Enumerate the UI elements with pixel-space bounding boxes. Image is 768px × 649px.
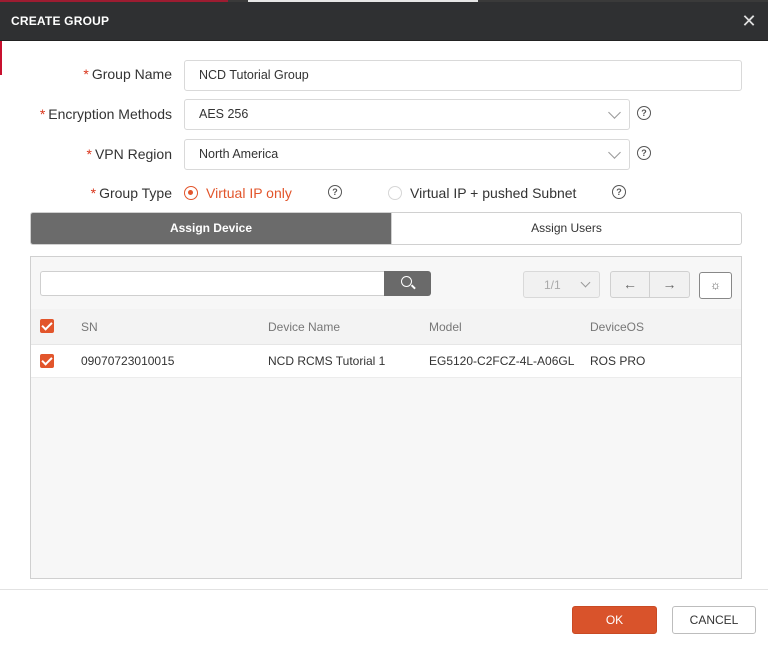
vpn-region-label-text: VPN Region xyxy=(94,146,172,162)
dialog-title: CREATE GROUP xyxy=(11,14,110,28)
radio-virtual-ip-subnet-label[interactable]: Virtual IP + pushed Subnet xyxy=(410,185,576,201)
close-icon[interactable]: ✕ xyxy=(736,8,762,34)
group-type-label-text: Group Type xyxy=(99,185,172,201)
required-mark: * xyxy=(39,106,46,122)
help-icon[interactable]: ? xyxy=(612,185,626,199)
required-mark: * xyxy=(86,146,92,162)
encryption-label: * Encryption Methods xyxy=(40,106,172,122)
prev-page-button[interactable]: ← xyxy=(610,271,650,298)
radio-virtual-ip-subnet[interactable] xyxy=(388,186,402,200)
cancel-button[interactable]: CANCEL xyxy=(672,606,756,634)
radio-virtual-ip-only-label[interactable]: Virtual IP only xyxy=(206,185,292,201)
next-page-button[interactable]: → xyxy=(650,271,690,298)
column-header-device-os: DeviceOS xyxy=(590,320,645,334)
settings-button[interactable]: ☼ xyxy=(699,272,732,299)
column-header-device-name: Device Name xyxy=(268,320,341,334)
group-name-input[interactable]: NCD Tutorial Group xyxy=(184,60,742,91)
help-icon[interactable]: ? xyxy=(637,146,651,160)
cell-model: EG5120-C2FCZ-4L-A06GL xyxy=(429,354,575,368)
required-mark: * xyxy=(90,185,97,201)
vpn-region-select[interactable]: North America xyxy=(184,139,630,170)
cell-sn: 09070723010015 xyxy=(81,354,175,368)
help-icon[interactable]: ? xyxy=(637,106,651,120)
encryption-select[interactable]: AES 256 xyxy=(184,99,630,130)
select-all-checkbox[interactable] xyxy=(40,319,54,333)
page-indicator: 1/1 xyxy=(544,278,561,292)
cell-device-name: NCD RCMS Tutorial 1 xyxy=(268,354,386,368)
column-header-sn: SN xyxy=(81,320,98,334)
vpn-region-value: North America xyxy=(199,147,279,161)
ok-button[interactable]: OK xyxy=(572,606,657,634)
row-checkbox[interactable] xyxy=(40,354,54,368)
device-panel: 1/1 ← → ☼ SN Device Name Model DeviceOS … xyxy=(30,256,742,579)
group-type-label: * Group Type xyxy=(91,185,172,201)
search-button[interactable] xyxy=(384,271,431,296)
chevron-down-icon xyxy=(608,106,621,119)
left-edge-accent xyxy=(0,41,2,75)
chevron-down-icon xyxy=(580,277,591,288)
encryption-value: AES 256 xyxy=(199,107,249,121)
required-mark: * xyxy=(83,66,89,82)
footer-divider xyxy=(0,589,768,590)
table-row[interactable]: 09070723010015 NCD RCMS Tutorial 1 EG512… xyxy=(31,345,741,378)
cell-device-os: ROS PRO xyxy=(590,354,646,368)
column-header-model: Model xyxy=(429,320,462,334)
group-name-value: NCD Tutorial Group xyxy=(199,68,309,82)
tab-assign-device[interactable]: Assign Device xyxy=(31,213,391,244)
radio-virtual-ip-only[interactable] xyxy=(184,186,198,200)
search-icon-handle xyxy=(411,284,416,290)
group-name-label: * Group Name xyxy=(83,66,172,82)
chevron-down-icon xyxy=(608,146,621,159)
encryption-label-text: Encryption Methods xyxy=(48,106,172,122)
help-icon[interactable]: ? xyxy=(328,185,342,199)
table-header: SN Device Name Model DeviceOS xyxy=(31,309,741,345)
assign-tabs: Assign Device Assign Users xyxy=(30,212,742,245)
dialog-header: CREATE GROUP ✕ xyxy=(0,2,768,41)
tab-assign-users[interactable]: Assign Users xyxy=(391,213,741,244)
device-search-input[interactable] xyxy=(40,271,384,296)
group-name-label-text: Group Name xyxy=(91,66,172,82)
vpn-region-label: * VPN Region xyxy=(87,146,173,162)
page-select[interactable]: 1/1 xyxy=(523,271,600,298)
